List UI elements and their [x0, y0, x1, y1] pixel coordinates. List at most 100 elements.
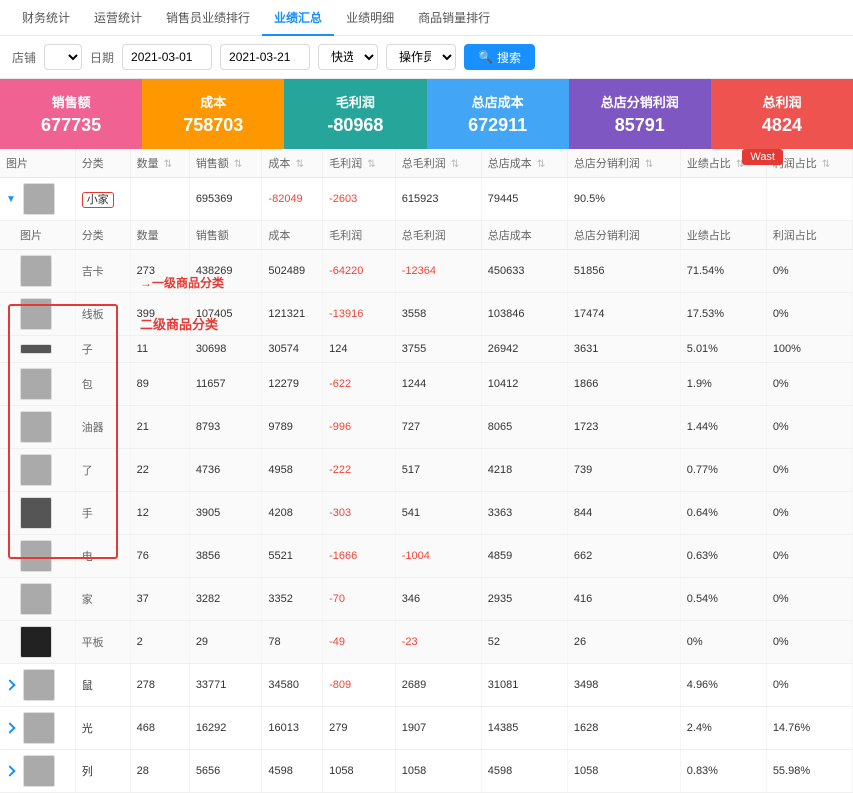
other-2-cost: 16013	[262, 707, 323, 750]
nav-performance-summary[interactable]: 业绩汇总	[262, 0, 334, 36]
th-qty[interactable]: 数量 ⇅	[130, 149, 189, 178]
l2-10-total-cost: 52	[481, 621, 567, 664]
th-dist-profit[interactable]: 总店分销利润 ⇅	[567, 149, 680, 178]
l2-6-sales: 4736	[189, 449, 262, 492]
data-table-container: 图片 分类 数量 ⇅ 销售额 ⇅ 成本 ⇅ 毛利润 ⇅ 总毛利润 ⇅ 总店成本 …	[0, 149, 853, 793]
other-2-total-profit: 1907	[395, 707, 481, 750]
date-label: 日期	[90, 49, 114, 66]
l2-10-perf-ratio: 0%	[680, 621, 766, 664]
other-2-perf-ratio: 2.4%	[680, 707, 766, 750]
l2-1-image	[20, 255, 52, 287]
other-1-profit-ratio: 0%	[766, 664, 852, 707]
other-1-total-cost: 31081	[481, 664, 567, 707]
sub-th-profit-ratio: 利润占比	[766, 221, 852, 250]
other-1-expand[interactable]	[0, 664, 75, 707]
other-3-perf-ratio: 0.83%	[680, 750, 766, 793]
expand-icon-1[interactable]	[4, 679, 15, 690]
l2-2-profit-ratio: 0%	[766, 293, 852, 336]
data-table-wrapper: 图片 分类 数量 ⇅ 销售额 ⇅ 成本 ⇅ 毛利润 ⇅ 总毛利润 ⇅ 总店成本 …	[0, 149, 853, 793]
l2-9-image	[20, 583, 52, 615]
performance-table: 图片 分类 数量 ⇅ 销售额 ⇅ 成本 ⇅ 毛利润 ⇅ 总毛利润 ⇅ 总店成本 …	[0, 149, 853, 793]
l2-1-category: 吉卡	[75, 250, 130, 293]
kpi-sales-title: 销售额	[52, 92, 91, 111]
other-3-expand[interactable]	[0, 750, 75, 793]
l2-4-image	[20, 368, 52, 400]
collapse-icon[interactable]: ▼	[6, 194, 16, 205]
th-profit-ratio[interactable]: 利润占比 ⇅	[766, 149, 852, 178]
quick-select[interactable]: 快选	[318, 44, 378, 70]
l2-8-total-cost: 4859	[481, 535, 567, 578]
l2-10-profit: -49	[323, 621, 396, 664]
l2-4-profit-ratio: 0%	[766, 363, 852, 406]
l2-9-sales: 3282	[189, 578, 262, 621]
row-l1-dist-profit: 90.5%	[567, 178, 680, 221]
other-2-image	[23, 712, 55, 744]
store-select[interactable]	[44, 44, 82, 70]
l2-4-total-cost: 10412	[481, 363, 567, 406]
other-2-qty: 468	[130, 707, 189, 750]
table-row-level2-5: 油器 21 8793 9789 -996 727 8065 1723 1.44%…	[0, 406, 853, 449]
sub-header-row: 图片 分类 数量 销售额 成本 毛利润 总毛利润 总店成本 总店分销利润 业绩占…	[0, 221, 853, 250]
l2-3-category: 子	[75, 336, 130, 363]
l2-4-perf-ratio: 1.9%	[680, 363, 766, 406]
date-end-input[interactable]	[220, 44, 310, 70]
sub-th-sales: 销售额	[189, 221, 262, 250]
date-start-input[interactable]	[122, 44, 212, 70]
other-3-image	[23, 755, 55, 787]
kpi-cost-title: 成本	[200, 92, 226, 111]
row-l1-total-cost: 79445	[481, 178, 567, 221]
kpi-gross-profit-title: 毛利润	[336, 92, 375, 111]
l2-2-qty: 399	[130, 293, 189, 336]
l2-5-dist-profit: 1723	[567, 406, 680, 449]
nav-product-sales-rank[interactable]: 商品销量排行	[406, 0, 502, 36]
sort-cost-icon: ⇅	[295, 159, 303, 170]
row-l1-expand[interactable]: ▼	[0, 178, 75, 221]
l2-9-dist-profit: 416	[567, 578, 680, 621]
l2-6-category: 了	[75, 449, 130, 492]
other-3-cost: 4598	[262, 750, 323, 793]
table-row-level2-7: 手 12 3905 4208 -303 541 3363 844 0.64% 0…	[0, 492, 853, 535]
other-2-expand[interactable]	[0, 707, 75, 750]
l2-6-qty: 22	[130, 449, 189, 492]
l2-6-total-cost: 4218	[481, 449, 567, 492]
th-profit[interactable]: 毛利润 ⇅	[323, 149, 396, 178]
l2-3-profit: 124	[323, 336, 396, 363]
other-2-profit-ratio: 14.76%	[766, 707, 852, 750]
nav-operations-stats[interactable]: 运营统计	[82, 0, 154, 36]
th-sales[interactable]: 销售额 ⇅	[189, 149, 262, 178]
l2-10-total-profit: -23	[395, 621, 481, 664]
operator-select[interactable]: 操作员	[386, 44, 456, 70]
expand-icon-3[interactable]	[4, 765, 15, 776]
l2-9-profit: -70	[323, 578, 396, 621]
l2-7-qty: 12	[130, 492, 189, 535]
th-total-cost[interactable]: 总店成本 ⇅	[481, 149, 567, 178]
th-category: 分类	[75, 149, 130, 178]
nav-salesperson-rank[interactable]: 销售员业绩排行	[154, 0, 262, 36]
th-perf-ratio[interactable]: 业绩占比 ⇅	[680, 149, 766, 178]
l2-3-total-cost: 26942	[481, 336, 567, 363]
other-1-sales: 33771	[189, 664, 262, 707]
th-total-profit[interactable]: 总毛利润 ⇅	[395, 149, 481, 178]
search-icon: 🔍	[478, 50, 493, 64]
sort-qty-icon: ⇅	[164, 159, 172, 170]
search-button[interactable]: 🔍 搜索	[464, 44, 535, 70]
sort-profit-icon: ⇅	[367, 159, 375, 170]
kpi-cost: 成本 758703	[142, 79, 284, 149]
sort-profit-ratio-icon: ⇅	[822, 159, 830, 170]
expand-icon-2[interactable]	[4, 722, 15, 733]
l2-8-qty: 76	[130, 535, 189, 578]
other-2-profit: 279	[323, 707, 396, 750]
l2-7-dist-profit: 844	[567, 492, 680, 535]
kpi-bar: 销售额 677735 成本 758703 毛利润 -80968 总店成本 672…	[0, 79, 853, 149]
th-cost[interactable]: 成本 ⇅	[262, 149, 323, 178]
nav-financial-stats[interactable]: 财务统计	[10, 0, 82, 36]
l2-10-cost: 78	[262, 621, 323, 664]
table-row-level2-10: 平板 2 29 78 -49 -23 52 26 0% 0%	[0, 621, 853, 664]
table-row-other-1: 鼠 278 33771 34580 -809 2689 31081 3498 4…	[0, 664, 853, 707]
l2-1-image-cell	[0, 250, 75, 293]
nav-performance-detail[interactable]: 业绩明细	[334, 0, 406, 36]
l2-4-sales: 11657	[189, 363, 262, 406]
row-l1-cost: -82049	[262, 178, 323, 221]
l2-6-cost: 4958	[262, 449, 323, 492]
l2-6-perf-ratio: 0.77%	[680, 449, 766, 492]
